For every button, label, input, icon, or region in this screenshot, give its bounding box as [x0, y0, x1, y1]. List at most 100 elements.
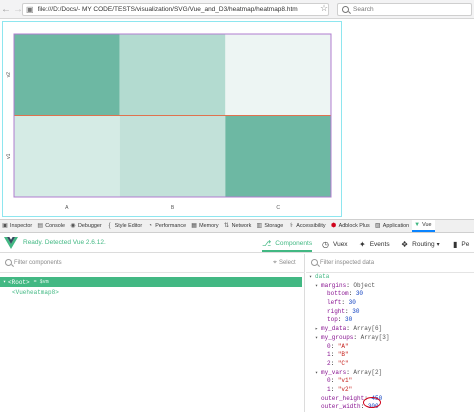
bookmark-star-icon[interactable]: ☆	[320, 3, 328, 14]
state-row-var-1[interactable]: 1: "v2"	[306, 386, 474, 395]
tab-label: Memory	[199, 223, 219, 229]
state-row-left[interactable]: left: 30	[306, 299, 474, 308]
tree-node-root[interactable]: ▾ <Root> = $vm	[0, 277, 302, 287]
devtools-tab-bar: ▣ Inspector ▤ Console ◉ Debugger{Style Editor…	[0, 219, 474, 233]
tab-performance[interactable]: ▮ Pe	[453, 236, 469, 252]
crosshair-icon: ⌖	[273, 259, 277, 266]
performance-icon: ◔	[148, 223, 153, 229]
tab-label: Adblock Plus	[338, 223, 370, 229]
root-vm-label: = $vm	[33, 279, 49, 285]
tab-inspector[interactable]: ▣ Inspector	[0, 220, 35, 232]
state-key: my_data	[321, 325, 347, 333]
state-value[interactable]: "B"	[338, 351, 349, 358]
state-row-right[interactable]: right: 30	[306, 308, 474, 317]
tab-routing-label: Routing	[412, 240, 435, 248]
state-value[interactable]: "v1"	[338, 377, 352, 384]
url-text[interactable]: file:///D:/Docs/- MY CODE/TESTS/visualiz…	[38, 6, 298, 13]
y-tick-label: v2	[6, 72, 12, 78]
adblock-icon: ⬢	[330, 223, 337, 229]
back-arrow-icon[interactable]: ←	[0, 0, 12, 19]
state-row-group-2[interactable]: 2: "C"	[306, 360, 474, 369]
state-row-top[interactable]: top: 30	[306, 316, 474, 325]
x-tick-label: C	[276, 205, 280, 211]
state-key: my_vars	[321, 368, 347, 376]
components-filter[interactable]: Filter components ⌖ Select	[0, 254, 305, 273]
x-tick-label: A	[65, 205, 69, 211]
search-icon	[311, 259, 318, 266]
state-key: outer_height	[321, 394, 365, 402]
collapse-triangle-icon[interactable]: ▾	[3, 279, 6, 285]
tab-storage[interactable]: ▥ Storage	[254, 220, 286, 232]
state-row-bottom[interactable]: bottom: 30	[306, 290, 474, 299]
history-clock-icon: ◷	[322, 239, 329, 249]
tab-performance-label: Pe	[461, 240, 470, 248]
state-row-outer-width[interactable]: outer_width: 300	[306, 403, 474, 412]
tab-adblock-plus[interactable]: ⬢ Adblock Plus	[329, 220, 373, 232]
heatmap-cell-A-v1	[14, 115, 120, 197]
state-value[interactable]: "A"	[338, 343, 349, 350]
events-icon: ✦	[359, 239, 366, 249]
state-key: 0	[327, 377, 331, 385]
components-tree-icon: ⎇	[262, 238, 272, 248]
state-key: right	[327, 307, 346, 315]
routing-icon: ❖	[401, 239, 409, 249]
state-row-margins[interactable]: ▾ margins: Object	[306, 282, 474, 291]
state-key: bottom	[327, 290, 349, 298]
accessibility-icon: ⚕	[289, 223, 293, 229]
tab-application[interactable]: ▨ Application	[373, 220, 412, 232]
application-icon: ▨	[374, 223, 381, 229]
state-row-var-0[interactable]: 0: "v1"	[306, 377, 474, 386]
address-bar[interactable]: ▣ file:///D:/Docs/- MY CODE/TESTS/visual…	[22, 3, 329, 16]
search-placeholder: Search	[353, 6, 374, 13]
tab-debugger[interactable]: ◉ Debugger	[68, 220, 105, 232]
inspector-icon: ▣	[2, 223, 8, 229]
state-row-my-vars[interactable]: ▾ my_vars: Array[2]	[306, 369, 474, 378]
tab-style-editor[interactable]: {Style Editor	[105, 220, 146, 232]
tab-events-label: Events	[369, 240, 390, 248]
tab-components[interactable]: ⎇ Components	[262, 236, 313, 252]
state-value[interactable]: 30	[352, 308, 359, 315]
vue-logo-icon	[4, 237, 18, 249]
data-section[interactable]: ▾ data	[306, 273, 474, 282]
tab-events[interactable]: ✦ Events	[359, 236, 390, 252]
tab-routing[interactable]: ❖ Routing ▾	[401, 236, 440, 252]
state-value[interactable]: "C"	[338, 360, 349, 367]
state-value[interactable]: 30	[349, 299, 356, 306]
state-row-group-0[interactable]: 0: "A"	[306, 343, 474, 352]
state-inspector-pane: Filter inspected data ▾ data ▾ margins: Ob…	[306, 254, 474, 412]
tree-node-vueheatmap8[interactable]: <Vueheatmap8>	[12, 289, 59, 296]
tab-memory[interactable]: ▦ Memory	[189, 220, 221, 232]
tab-network[interactable]: ⇅ Network	[222, 220, 255, 232]
select-label: Select	[278, 260, 296, 266]
memory-icon: ▦	[191, 223, 197, 229]
file-page-icon: ▣	[26, 5, 34, 14]
state-row-group-1[interactable]: 1: "B"	[306, 351, 474, 360]
components-filter-placeholder[interactable]: Filter components	[14, 260, 62, 266]
state-row-outer-height[interactable]: outer_height: 450	[306, 395, 474, 404]
tab-vuex[interactable]: ◷ Vuex	[322, 236, 348, 252]
x-tick-label: B	[171, 205, 175, 211]
search-input[interactable]: Search	[337, 3, 472, 16]
tab-accessibility[interactable]: ⚕ Accessibility	[286, 220, 328, 232]
console-icon: ▤	[37, 223, 44, 229]
tab-console[interactable]: ▤ Console	[35, 220, 68, 232]
state-row-my-groups[interactable]: ▾ my_groups: Array[3]	[306, 334, 474, 343]
browser-toolbar: ← → ▣ file:///D:/Docs/- MY CODE/TESTS/vi…	[0, 0, 474, 19]
search-icon	[5, 259, 12, 266]
state-row-my-data[interactable]: ▸ my_data: Array[6]	[306, 325, 474, 334]
tab-vue[interactable]: ▼ Vue	[412, 220, 435, 232]
search-icon	[342, 6, 349, 13]
tab-label: Storage	[264, 223, 284, 229]
tab-label: Debugger	[77, 223, 102, 229]
chevron-down-icon: ▾	[436, 241, 440, 248]
state-value[interactable]: "v2"	[338, 386, 352, 393]
state-value[interactable]: 30	[356, 290, 363, 297]
heatmap-cell-C-v1	[225, 115, 331, 197]
tab-performance[interactable]: ◔ Performance	[145, 220, 189, 232]
state-value[interactable]: 30	[345, 316, 352, 323]
select-component-button[interactable]: ⌖ Select	[273, 259, 296, 267]
vue-devtools-toolbar: Ready. Detected Vue 2.6.12. ⎇ Components…	[0, 233, 474, 253]
debugger-icon: ◉	[70, 223, 76, 229]
data-filter[interactable]: Filter inspected data	[306, 254, 474, 273]
data-filter-placeholder[interactable]: Filter inspected data	[320, 260, 374, 266]
